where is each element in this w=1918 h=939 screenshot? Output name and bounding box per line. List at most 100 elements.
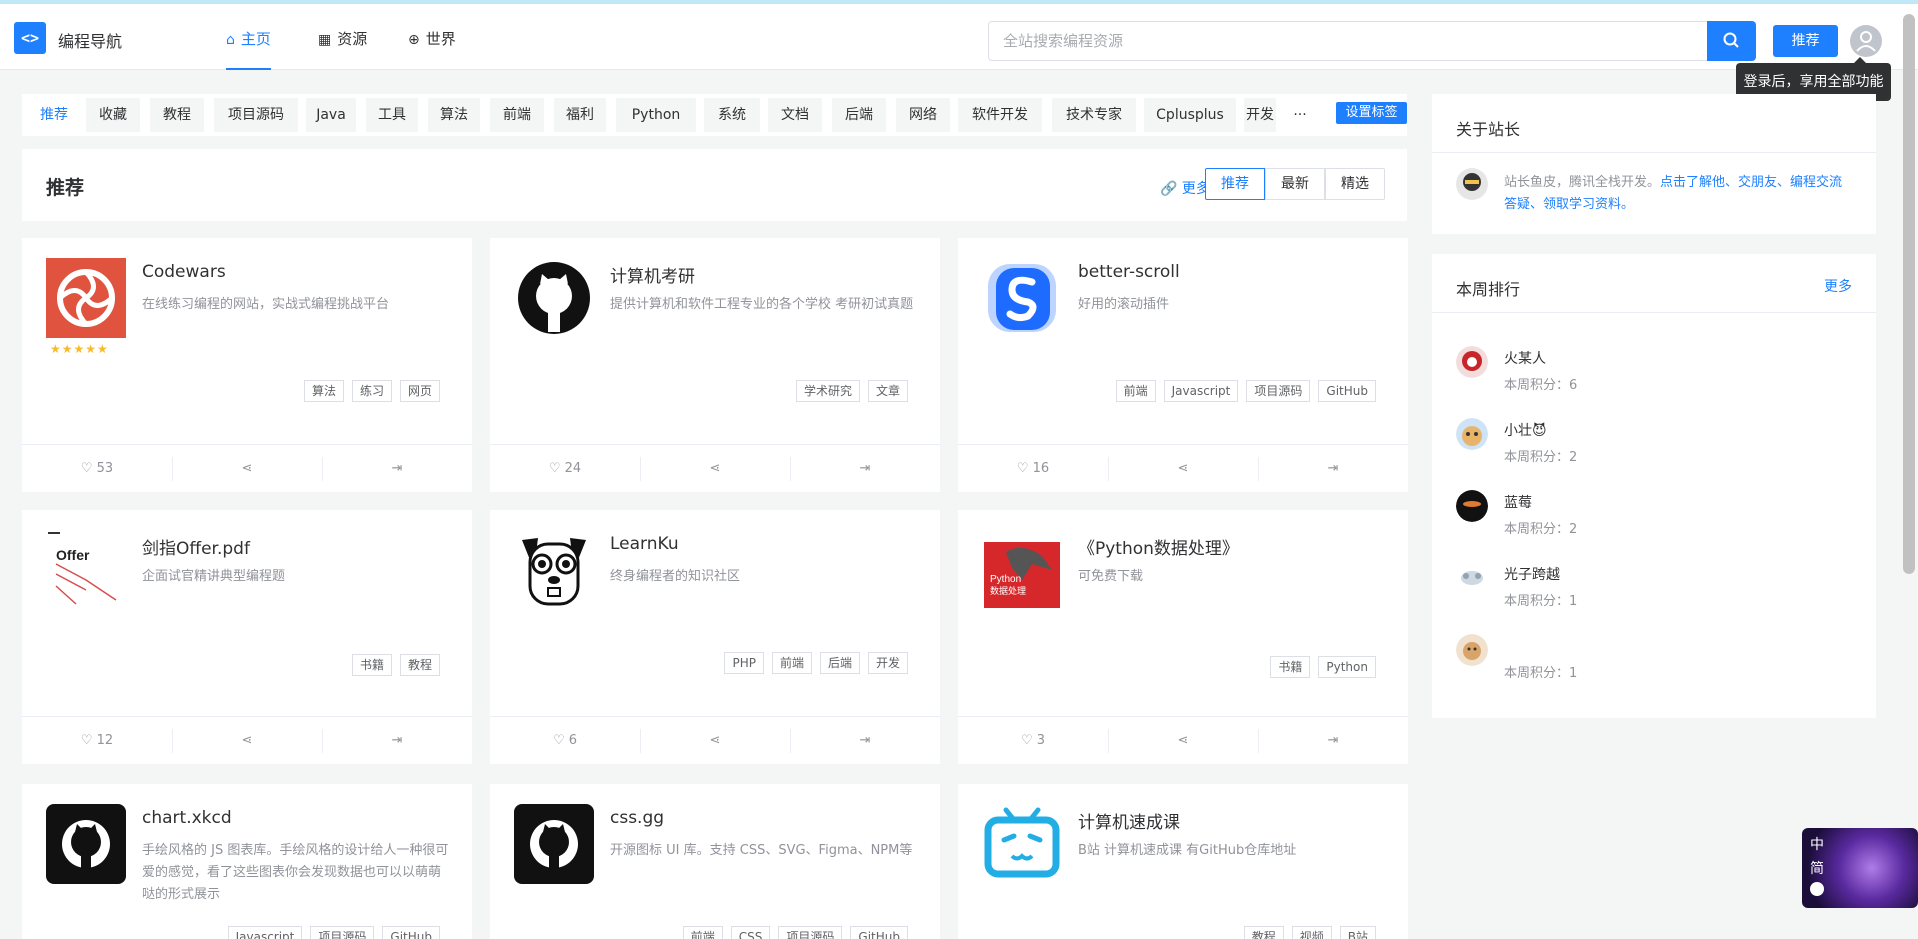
tag-item[interactable]: 教程 bbox=[150, 98, 204, 132]
lang-simplified[interactable]: 简 bbox=[1810, 858, 1824, 878]
card-tag[interactable]: 开发 bbox=[867, 652, 908, 674]
resource-card[interactable]: ★★★★★ Codewars 在线练习编程的网站，实战式编程挑战平台 算法 练习… bbox=[22, 238, 472, 492]
card-tag[interactable]: 前端 bbox=[771, 652, 812, 674]
card-tag[interactable]: PHP bbox=[724, 652, 764, 674]
open-button[interactable]: ⇥ bbox=[1258, 445, 1408, 493]
resource-card[interactable]: LearnKu 终身编程者的知识社区 PHP 前端 后端 开发 ♡ 6 ⋖ ⇥ bbox=[490, 510, 940, 764]
segment-latest[interactable]: 最新 bbox=[1265, 168, 1325, 200]
search-input[interactable]: 全站搜索编程资源 bbox=[988, 21, 1708, 61]
segment-recommend[interactable]: 推荐 bbox=[1205, 168, 1265, 200]
nav-home[interactable]: ⌂ 主页 bbox=[226, 28, 271, 70]
user-avatar[interactable] bbox=[1850, 25, 1882, 57]
rank-avatar[interactable] bbox=[1456, 418, 1488, 450]
share-button[interactable]: ⋖ bbox=[172, 445, 322, 493]
card-tag[interactable]: 网页 bbox=[399, 380, 440, 402]
card-tag[interactable]: 视频 bbox=[1291, 926, 1332, 939]
nav-world[interactable]: ⊕ 世界 bbox=[408, 28, 456, 70]
card-tag[interactable]: CSS bbox=[730, 926, 771, 939]
nav-resources[interactable]: ▦ 资源 bbox=[318, 28, 367, 70]
tag-item[interactable]: 收藏 bbox=[86, 98, 140, 132]
card-tag[interactable]: GitHub bbox=[382, 926, 440, 939]
card-tag[interactable]: GitHub bbox=[1318, 380, 1376, 402]
resource-card[interactable]: better-scroll 好用的滚动插件 前端 Javascript 项目源码… bbox=[958, 238, 1408, 492]
shirt-icon[interactable] bbox=[1810, 882, 1824, 896]
card-tag[interactable]: 前端 bbox=[682, 926, 723, 939]
rank-user-name[interactable]: 火某人 bbox=[1504, 348, 1546, 368]
recommend-button[interactable]: 推荐 bbox=[1773, 25, 1838, 57]
share-button[interactable]: ⋖ bbox=[1108, 717, 1258, 765]
card-title[interactable]: 《Python数据处理》 bbox=[1078, 534, 1239, 559]
open-button[interactable]: ⇥ bbox=[790, 445, 940, 493]
open-button[interactable]: ⇥ bbox=[322, 717, 472, 765]
card-tag[interactable]: 书籍 bbox=[1270, 656, 1311, 678]
card-tag[interactable]: Javascript bbox=[1163, 380, 1239, 402]
share-button[interactable]: ⋖ bbox=[1108, 445, 1258, 493]
rank-user-name[interactable]: 蓝莓 bbox=[1504, 492, 1532, 512]
resource-card[interactable]: 计算机速成课 B站 计算机速成课 有GitHub仓库地址 教程 视频 B站 bbox=[958, 784, 1408, 939]
scrollbar[interactable] bbox=[1903, 14, 1915, 574]
card-title[interactable]: chart.xkcd bbox=[142, 808, 232, 828]
like-button[interactable]: ♡ 16 bbox=[958, 445, 1108, 493]
card-tag[interactable]: 学术研究 bbox=[795, 380, 860, 402]
tag-item[interactable]: 工具 bbox=[366, 98, 418, 132]
card-title[interactable]: 计算机速成课 bbox=[1078, 808, 1180, 833]
lang-zh[interactable]: 中 bbox=[1810, 834, 1824, 854]
tag-item[interactable]: 算法 bbox=[428, 98, 480, 132]
segment-featured[interactable]: 精选 bbox=[1325, 168, 1385, 200]
card-tag[interactable]: 教程 bbox=[399, 654, 440, 676]
tag-item[interactable]: Python bbox=[616, 98, 696, 132]
rank-user-name[interactable]: 光子跨越 bbox=[1504, 564, 1560, 584]
card-tag[interactable]: Javascript bbox=[227, 926, 303, 939]
card-tag[interactable]: B站 bbox=[1339, 926, 1376, 939]
tag-item[interactable]: 网络 bbox=[896, 98, 950, 132]
like-button[interactable]: ♡ 3 bbox=[958, 717, 1108, 765]
card-tag[interactable]: 后端 bbox=[819, 652, 860, 674]
resource-card[interactable]: css.gg 开源图标 UI 库。支持 CSS、SVG、Figma、NPM等 前… bbox=[490, 784, 940, 939]
share-button[interactable]: ⋖ bbox=[172, 717, 322, 765]
card-tag[interactable]: 教程 bbox=[1243, 926, 1284, 939]
rank-avatar[interactable] bbox=[1456, 490, 1488, 522]
tag-item[interactable]: 后端 bbox=[832, 98, 886, 132]
logo-icon[interactable]: <> bbox=[14, 22, 46, 54]
card-tag[interactable]: 项目源码 bbox=[1246, 380, 1311, 402]
tag-item[interactable]: 系统 bbox=[704, 98, 760, 132]
card-tag[interactable]: 项目源码 bbox=[778, 926, 843, 939]
tag-item[interactable]: 软件开发 bbox=[958, 98, 1042, 132]
card-title[interactable]: Codewars bbox=[142, 262, 226, 282]
tag-item[interactable]: Java bbox=[306, 98, 356, 132]
rank-avatar[interactable] bbox=[1456, 634, 1488, 666]
rank-avatar[interactable] bbox=[1456, 346, 1488, 378]
card-tag[interactable]: GitHub bbox=[850, 926, 908, 939]
card-title[interactable]: LearnKu bbox=[610, 534, 679, 554]
card-tag[interactable]: 前端 bbox=[1115, 380, 1156, 402]
like-button[interactable]: ♡ 6 bbox=[490, 717, 640, 765]
site-name[interactable]: 编程导航 bbox=[58, 28, 122, 52]
resource-card[interactable]: Offer 剑指Offer.pdf 企面试官精讲典型编程题 书籍 教程 ♡ 12… bbox=[22, 510, 472, 764]
resource-card[interactable]: chart.xkcd 手绘风格的 JS 图表库。手绘风格的设计给人一种很可爱的感… bbox=[22, 784, 472, 939]
tag-item[interactable]: Cplusplus bbox=[1144, 98, 1236, 132]
card-tag[interactable]: 书籍 bbox=[351, 654, 392, 676]
open-button[interactable]: ⇥ bbox=[322, 445, 472, 493]
card-tag[interactable]: 算法 bbox=[303, 380, 344, 402]
set-tags-button[interactable]: 设置标签 bbox=[1336, 102, 1407, 124]
more-link[interactable]: 🔗 更多 bbox=[1160, 178, 1210, 198]
search-button[interactable] bbox=[1707, 21, 1756, 61]
card-tag[interactable]: Python bbox=[1318, 656, 1376, 678]
tag-item[interactable]: 前端 bbox=[490, 98, 544, 132]
like-button[interactable]: ♡ 12 bbox=[22, 717, 172, 765]
rank-more-link[interactable]: 更多 bbox=[1824, 276, 1852, 296]
owner-avatar[interactable] bbox=[1456, 168, 1488, 200]
tag-item[interactable]: 项目源码 bbox=[214, 98, 298, 132]
like-button[interactable]: ♡ 24 bbox=[490, 445, 640, 493]
rank-user-name[interactable]: 小壮😈 bbox=[1504, 420, 1547, 440]
open-button[interactable]: ⇥ bbox=[1258, 717, 1408, 765]
card-title[interactable]: 剑指Offer.pdf bbox=[142, 534, 250, 559]
tag-item[interactable]: 开发 bbox=[1244, 98, 1276, 132]
card-tag[interactable]: 练习 bbox=[351, 380, 392, 402]
card-title[interactable]: better-scroll bbox=[1078, 262, 1180, 282]
card-title[interactable]: css.gg bbox=[610, 808, 664, 828]
language-switch-widget[interactable]: 中 简 bbox=[1802, 828, 1918, 908]
like-button[interactable]: ♡ 53 bbox=[22, 445, 172, 493]
card-title[interactable]: 计算机考研 bbox=[610, 262, 695, 287]
tag-item[interactable]: 福利 bbox=[554, 98, 606, 132]
